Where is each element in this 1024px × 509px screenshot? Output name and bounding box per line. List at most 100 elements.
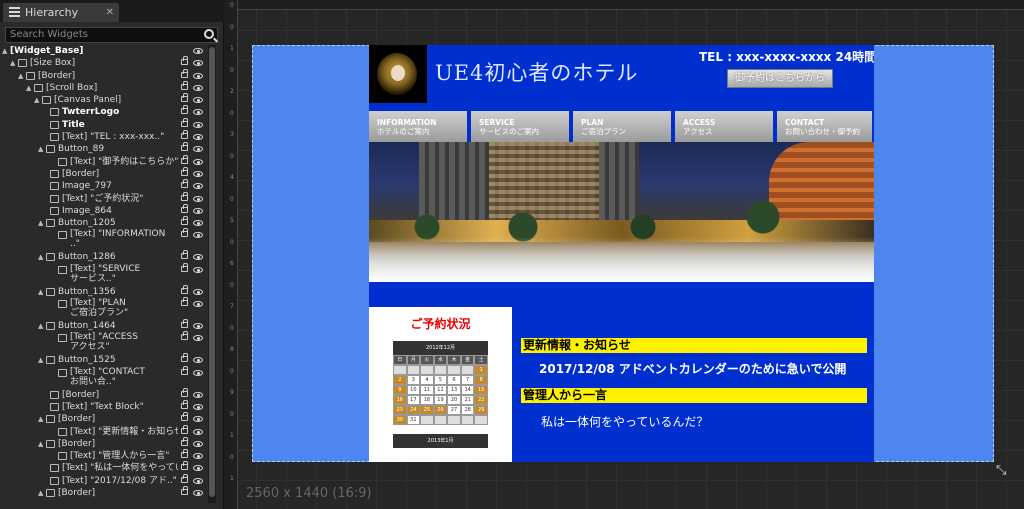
lock-icon[interactable]: [181, 331, 188, 341]
visibility-eye-icon[interactable]: [193, 288, 203, 295]
calendar-day-cell[interactable]: 20: [447, 395, 461, 405]
lock-icon[interactable]: [181, 117, 188, 127]
hierarchy-row[interactable]: [Text] "CONTACT お問い合..": [0, 365, 210, 389]
calendar-day-cell[interactable]: 7: [460, 375, 475, 385]
visibility-eye-icon[interactable]: [193, 207, 203, 214]
lock-icon[interactable]: [181, 284, 188, 294]
lock-icon[interactable]: [181, 216, 188, 226]
calendar-day-cell[interactable]: 16: [393, 395, 407, 405]
lock-icon[interactable]: [181, 387, 188, 397]
calendar-day-cell[interactable]: 6: [447, 375, 461, 385]
lock-icon[interactable]: [181, 461, 188, 471]
expand-arrow-icon[interactable]: ▲: [38, 487, 43, 499]
calendar-day-cell[interactable]: 9: [393, 385, 407, 395]
hierarchy-row[interactable]: ▲ Button_1525: [0, 353, 210, 366]
hierarchy-row[interactable]: ▲ [Size Box]: [0, 56, 210, 69]
expand-arrow-icon[interactable]: ▲: [18, 70, 23, 82]
lock-icon[interactable]: [181, 262, 188, 272]
hierarchy-row[interactable]: ▲ Button_1205: [0, 216, 210, 229]
visibility-eye-icon[interactable]: [193, 453, 203, 460]
hierarchy-row[interactable]: ▲ Button_1464: [0, 319, 210, 332]
hierarchy-row[interactable]: Image_797: [0, 179, 210, 192]
hierarchy-row[interactable]: ▲ [Border]: [0, 436, 210, 450]
lock-icon[interactable]: [181, 412, 188, 422]
hierarchy-row[interactable]: [Border]: [0, 387, 210, 401]
visibility-eye-icon[interactable]: [193, 416, 203, 423]
visibility-eye-icon[interactable]: [193, 440, 203, 447]
visibility-eye-icon[interactable]: [193, 403, 203, 410]
lock-icon[interactable]: [181, 228, 188, 238]
hierarchy-row[interactable]: [Text] "管理人から一言": [0, 449, 210, 462]
hierarchy-row[interactable]: [Text] "ご予約状況": [0, 191, 210, 205]
calendar-day-cell[interactable]: 28: [460, 405, 475, 415]
lock-icon[interactable]: [181, 179, 188, 189]
reserve-button[interactable]: 御予約はこちらから: [727, 69, 833, 88]
calendar-day-cell[interactable]: 5: [433, 375, 448, 385]
lock-icon[interactable]: [181, 105, 188, 115]
hierarchy-row[interactable]: [Text] "更新情報・お知らせ": [0, 424, 210, 438]
visibility-eye-icon[interactable]: [193, 477, 203, 484]
lock-icon[interactable]: [181, 486, 188, 496]
calendar-day-cell[interactable]: 12: [433, 385, 448, 395]
lock-icon[interactable]: [181, 80, 188, 90]
calendar-day-cell[interactable]: 10: [406, 385, 421, 395]
lock-icon[interactable]: [181, 399, 188, 409]
nav-service-button[interactable]: SERVICE サービスのご案内: [471, 111, 571, 142]
calendar-day-cell[interactable]: 27: [447, 405, 461, 415]
visibility-eye-icon[interactable]: [193, 335, 203, 342]
visibility-eye-icon[interactable]: [193, 170, 203, 177]
calendar-day-cell[interactable]: 26: [433, 405, 448, 415]
expand-arrow-icon[interactable]: ▲: [38, 413, 43, 425]
visibility-eye-icon[interactable]: [193, 220, 203, 227]
expand-arrow-icon[interactable]: ▲: [38, 251, 43, 263]
expand-arrow-icon[interactable]: ▲: [38, 217, 43, 229]
visibility-eye-icon[interactable]: [193, 84, 203, 91]
hierarchy-row[interactable]: [Text] "INFORMATION ..": [0, 228, 210, 251]
hierarchy-row[interactable]: ▲ Button_1286: [0, 250, 210, 263]
expand-arrow-icon[interactable]: ▲: [38, 438, 43, 450]
hierarchy-row[interactable]: ▲ [Border]: [0, 412, 210, 425]
hierarchy-row[interactable]: [Text] "2017/12/08 アド..": [0, 473, 210, 487]
visibility-eye-icon[interactable]: [193, 391, 203, 398]
calendar-day-cell[interactable]: 30: [393, 415, 407, 425]
visibility-eye-icon[interactable]: [193, 254, 203, 261]
calendar-day-cell[interactable]: 23: [393, 405, 407, 415]
lock-icon[interactable]: [181, 473, 188, 483]
calendar-day-cell[interactable]: 11: [420, 385, 434, 395]
expand-arrow-icon[interactable]: ▲: [10, 57, 15, 69]
lock-icon[interactable]: [181, 191, 188, 201]
expand-arrow-icon[interactable]: ▲: [34, 94, 39, 106]
resize-handle-icon[interactable]: ⤡: [996, 463, 1006, 478]
lock-icon[interactable]: [181, 250, 188, 260]
lock-icon[interactable]: [181, 297, 188, 307]
visibility-eye-icon[interactable]: [193, 109, 203, 116]
close-tab-icon[interactable]: ✕: [106, 3, 114, 22]
lock-icon[interactable]: [181, 353, 188, 363]
visibility-eye-icon[interactable]: [193, 183, 203, 190]
visibility-eye-icon[interactable]: [193, 232, 203, 239]
visibility-eye-icon[interactable]: [193, 121, 203, 128]
visibility-eye-icon[interactable]: [193, 428, 203, 435]
visibility-eye-icon[interactable]: [193, 158, 203, 165]
lock-icon[interactable]: [181, 154, 188, 164]
calendar-day-cell[interactable]: 3: [406, 375, 421, 385]
lock-icon[interactable]: [181, 166, 188, 176]
hierarchy-scrollbar[interactable]: [208, 45, 216, 503]
visibility-eye-icon[interactable]: [193, 301, 203, 308]
hierarchy-row[interactable]: TwterrLogo: [0, 105, 210, 118]
lock-icon[interactable]: [181, 93, 188, 103]
search-icon[interactable]: [204, 29, 214, 39]
lock-icon[interactable]: [181, 56, 188, 66]
lock-icon[interactable]: [181, 68, 188, 78]
nav-contact-button[interactable]: CONTACT お問い合わせ・御予約: [777, 111, 874, 142]
hierarchy-row[interactable]: [Text] "ACCESS アクセス": [0, 331, 210, 354]
calendar-day-cell[interactable]: 18: [420, 395, 434, 405]
expand-arrow-icon[interactable]: ▲: [2, 45, 7, 57]
calendar-day-cell[interactable]: 19: [433, 395, 448, 405]
hierarchy-row[interactable]: [Text] "御予約はこちらか": [0, 154, 210, 168]
visibility-eye-icon[interactable]: [193, 266, 203, 273]
lock-icon[interactable]: [181, 449, 188, 459]
visibility-eye-icon[interactable]: [193, 195, 203, 202]
calendar-day-cell[interactable]: 2: [393, 375, 407, 385]
scrollbar-thumb[interactable]: [209, 47, 215, 497]
